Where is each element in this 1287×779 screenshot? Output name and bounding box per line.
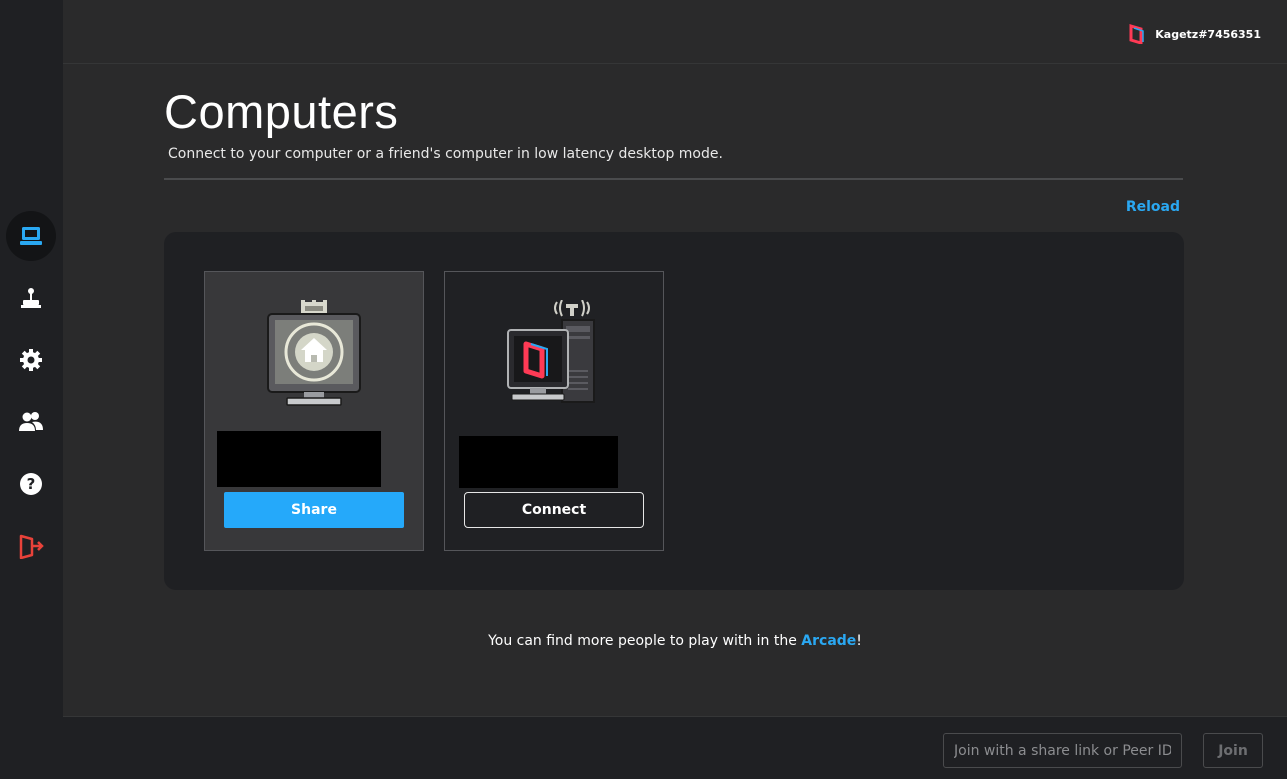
arcade-note-text: You can find more people to play with in… <box>488 633 802 649</box>
arcade-note-suffix: ! <box>856 633 862 649</box>
brand-logo-icon <box>1129 24 1144 44</box>
page-subtitle: Connect to your computer or a friend's c… <box>168 146 723 162</box>
home-computer-icon <box>267 300 361 406</box>
joystick-icon <box>21 288 41 308</box>
svg-text:?: ? <box>27 475 36 493</box>
computer-icon <box>20 227 42 245</box>
join-link-input[interactable] <box>943 733 1182 768</box>
share-button[interactable]: Share <box>224 492 404 528</box>
sidebar-item-help[interactable]: ? <box>6 459 56 509</box>
gear-icon <box>20 349 42 371</box>
help-icon: ? <box>20 473 42 495</box>
top-bar: Kagetz#7456351 <box>63 0 1287 64</box>
user-badge[interactable]: Kagetz#7456351 <box>1129 24 1261 44</box>
sidebar-item-arcade[interactable] <box>6 273 56 323</box>
redacted-name <box>459 436 618 488</box>
page-title: Computers <box>164 85 399 138</box>
reload-button[interactable]: Reload <box>1126 199 1180 215</box>
arcade-link[interactable]: Arcade <box>801 633 856 649</box>
computers-panel: Share Connect <box>164 232 1184 590</box>
sidebar-item-logout[interactable] <box>6 521 56 571</box>
join-bar: Join <box>63 716 1287 779</box>
username: Kagetz#7456351 <box>1155 27 1261 41</box>
redacted-name <box>217 431 381 487</box>
sidebar-item-computers[interactable] <box>6 211 56 261</box>
main-content: Kagetz#7456351 Computers Connect to your… <box>63 0 1287 716</box>
friends-icon <box>19 412 43 431</box>
peer-computer-card: Connect <box>444 271 664 551</box>
join-button[interactable]: Join <box>1203 733 1263 768</box>
home-computer-art <box>205 300 423 415</box>
title-divider <box>164 178 1183 180</box>
connect-button[interactable]: Connect <box>464 492 644 528</box>
arcade-note: You can find more people to play with in… <box>63 633 1287 649</box>
peer-computer-icon <box>507 300 595 403</box>
peer-computer-art <box>445 300 663 415</box>
my-computer-card: Share <box>204 271 424 551</box>
sidebar: ? <box>0 0 63 779</box>
logout-icon <box>19 534 44 559</box>
sidebar-item-friends[interactable] <box>6 397 56 447</box>
sidebar-item-settings[interactable] <box>6 335 56 385</box>
